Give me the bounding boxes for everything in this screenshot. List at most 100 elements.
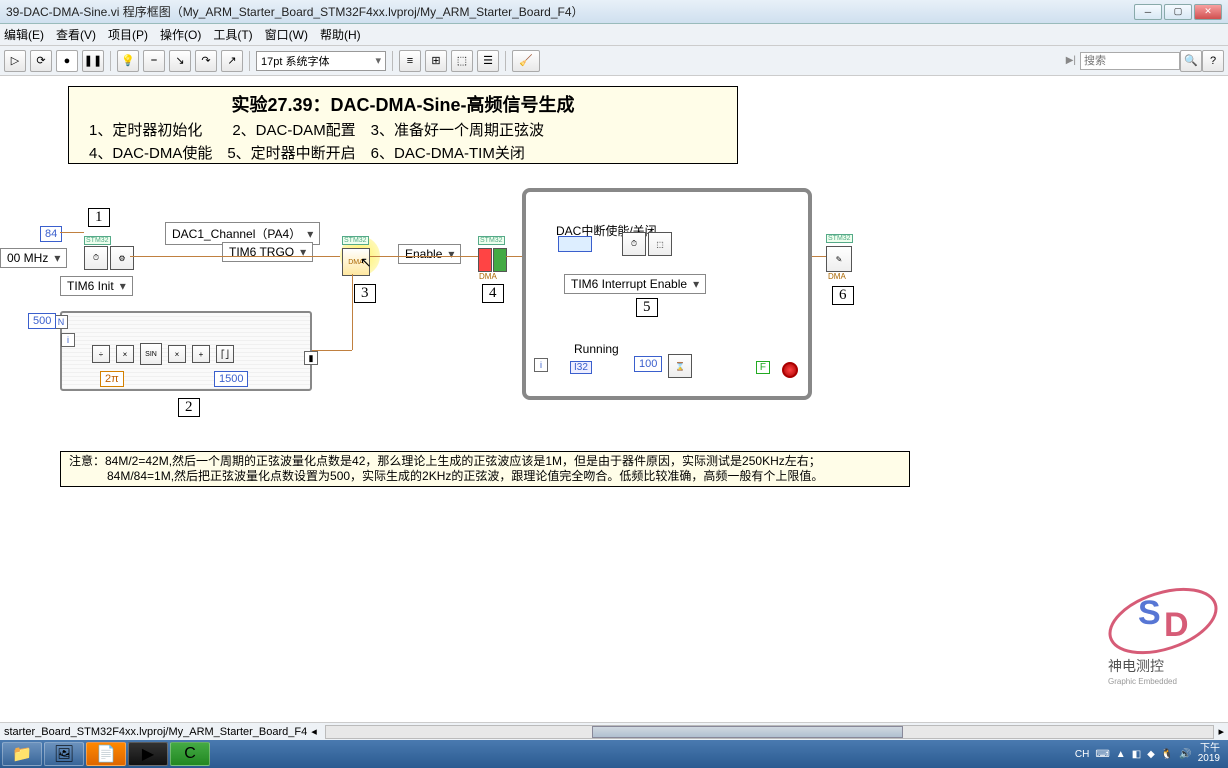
svg-text:D: D [1164,606,1189,644]
menu-operate[interactable]: 操作(O) [160,26,201,43]
tim6-init-select[interactable]: TIM6 Init [60,276,133,296]
tray-flag-icon[interactable]: ▲ [1116,749,1126,760]
info-line-2: 4、DAC-DMA使能 5、定时器中断开启 6、DAC-DMA-TIM关闭 [77,142,729,163]
tim6-interrupt-select[interactable]: TIM6 Interrupt Enable [564,274,706,294]
stop-terminal-icon[interactable] [782,362,798,378]
while-loop[interactable]: DAC中断使能/关闭 ⏱ ⬚ TIM6 Interrupt Enable Run… [522,188,812,400]
task-photos[interactable]: 🖼 [44,742,84,766]
tray-app1-icon[interactable]: ◧ [1132,749,1141,760]
svg-text:S: S [1138,594,1161,632]
window-title: 39-DAC-DMA-Sine.vi 程序框图（My_ARM_Starter_B… [6,3,1134,20]
dma-label-6: DMA [828,272,846,281]
close-vi-icon[interactable]: ✎ [826,246,852,272]
add-vi-icon[interactable]: + [192,345,210,363]
task-labview[interactable]: ▶ [128,742,168,766]
info-title: 实验27.39：DAC-DMA-Sine-高频信号生成 [77,91,729,117]
system-tray[interactable]: CH ⌨ ▲ ◧ ◆ 🐧 🔊 下午 2019 [1075,744,1226,764]
running-label: Running [574,342,619,356]
tray-qq-icon[interactable]: 🐧 [1161,749,1173,760]
loop-i-terminal[interactable]: i [61,333,75,347]
menubar: 编辑(E) 查看(V) 项目(P) 操作(O) 工具(T) 窗口(W) 帮助(H… [0,24,1228,46]
timer-config-vi-icon[interactable]: ⏱ [84,246,108,270]
const-2pi[interactable]: 2π [100,371,124,387]
note-line-2: 84M/84=1M,然后把正弦波量化点数设置为500，实际生成的2KHz的正弦波… [69,469,901,484]
label-3: 3 [354,284,376,303]
const-84[interactable]: 84 [40,226,62,242]
false-const[interactable]: F [756,361,770,374]
menu-edit[interactable]: 编辑(E) [4,26,44,43]
multiply2-vi-icon[interactable]: × [168,345,186,363]
tray-volume-icon[interactable]: 🔊 [1179,749,1191,760]
tray-app2-icon[interactable]: ◆ [1147,749,1155,760]
const-1500[interactable]: 1500 [214,371,248,387]
toolbar: ▷ ⟳ ● ❚❚ 💡 ⎯ ↘ ↷ ↗ 17pt 系统字体 ≡ ⊞ ⬚ ☰ 🧹 ▶… [0,46,1228,76]
const-500[interactable]: 500 [28,313,56,329]
label-6: 6 [832,286,854,305]
highlight-exec-button[interactable]: 💡 [117,50,139,72]
freq-select[interactable]: 00 MHz [0,248,67,268]
while-i-terminal[interactable]: i [534,358,548,372]
task-camtasia[interactable]: C [170,742,210,766]
dma-status2-icon[interactable] [493,248,507,272]
timer-settings-vi-icon[interactable]: ⚙ [110,246,134,270]
menu-tools[interactable]: 工具(T) [213,26,252,43]
wait-ms-vi-icon[interactable]: ⌛ [668,354,692,378]
task-explorer[interactable]: 📁 [2,742,42,766]
dma-label: DMA [479,272,497,281]
help-button[interactable]: ? [1202,50,1224,72]
font-select[interactable]: 17pt 系统字体 [256,51,386,71]
dma-status1-icon[interactable] [478,248,492,272]
taskbar: 📁 🖼 📄 ▶ C CH ⌨ ▲ ◧ ◆ 🐧 🔊 下午 2019 [0,740,1228,768]
bool-control-icon[interactable] [558,236,592,252]
ime-indicator[interactable]: CH [1075,749,1089,760]
h-scrollbar[interactable] [325,725,1215,739]
pause-button[interactable]: ❚❚ [82,50,104,72]
menu-window[interactable]: 窗口(W) [265,26,308,43]
retain-wire-button[interactable]: ⎯ [143,50,165,72]
stm32-badge-6: STM32 [826,234,853,243]
run-button[interactable]: ▷ [4,50,26,72]
label-4: 4 [482,284,504,303]
menu-view[interactable]: 查看(V) [56,26,96,43]
enable-select[interactable]: Enable [398,244,461,264]
convert-vi-icon[interactable]: ⎡⎦ [216,345,234,363]
stm32-badge-1: STM32 [84,236,111,245]
cleanup-button[interactable]: 🧹 [512,50,540,72]
search-nav-icon[interactable]: ▶| [1066,55,1076,66]
svg-text:Graphic Embedded: Graphic Embedded [1108,677,1177,686]
block-diagram-canvas[interactable]: 实验27.39：DAC-DMA-Sine-高频信号生成 1、定时器初始化 2、D… [0,76,1228,716]
menu-project[interactable]: 项目(P) [108,26,148,43]
search-button[interactable]: 🔍 [1180,50,1202,72]
run-cont-button[interactable]: ⟳ [30,50,52,72]
multiply-vi-icon[interactable]: × [116,345,134,363]
abort-button[interactable]: ● [56,50,78,72]
info-panel: 实验27.39：DAC-DMA-Sine-高频信号生成 1、定时器初始化 2、D… [68,86,738,164]
distribute-button[interactable]: ⊞ [425,50,447,72]
step-out-button[interactable]: ↗ [221,50,243,72]
tray-keyboard-icon[interactable]: ⌨ [1095,749,1109,760]
resize-button[interactable]: ⬚ [451,50,473,72]
maximize-button[interactable]: ▢ [1164,4,1192,20]
i32-indicator[interactable]: I32 [570,361,592,374]
const-100[interactable]: 100 [634,356,662,372]
watermark-logo: S D 神电测控 Graphic Embedded [1068,566,1228,686]
minimize-button[interactable]: ─ [1134,4,1162,20]
sine-vi-icon[interactable]: SIN [140,343,162,365]
info-line-1: 1、定时器初始化 2、DAC-DAM配置 3、准备好一个周期正弦波 [77,119,729,140]
step-over-button[interactable]: ↷ [195,50,217,72]
align-button[interactable]: ≡ [399,50,421,72]
loop-output-tunnel[interactable]: ▮ [304,351,318,365]
menu-help[interactable]: 帮助(H) [320,26,361,43]
for-loop[interactable]: N i ÷ × SIN × + ⎡⎦ 2π 1500 ▮ [60,311,312,391]
reorder-button[interactable]: ☰ [477,50,499,72]
switch-vi-icon[interactable]: ⬚ [648,232,672,256]
stm32-badge-3: STM32 [342,236,369,245]
close-button[interactable]: ✕ [1194,4,1222,20]
tray-year: 2019 [1198,754,1220,764]
step-into-button[interactable]: ↘ [169,50,191,72]
tim6-trgo-select[interactable]: TIM6 TRGO [222,242,313,262]
task-pdf[interactable]: 📄 [86,742,126,766]
divide-vi-icon[interactable]: ÷ [92,345,110,363]
timer-vi-icon[interactable]: ⏱ [622,232,646,256]
search-input[interactable] [1080,52,1180,70]
